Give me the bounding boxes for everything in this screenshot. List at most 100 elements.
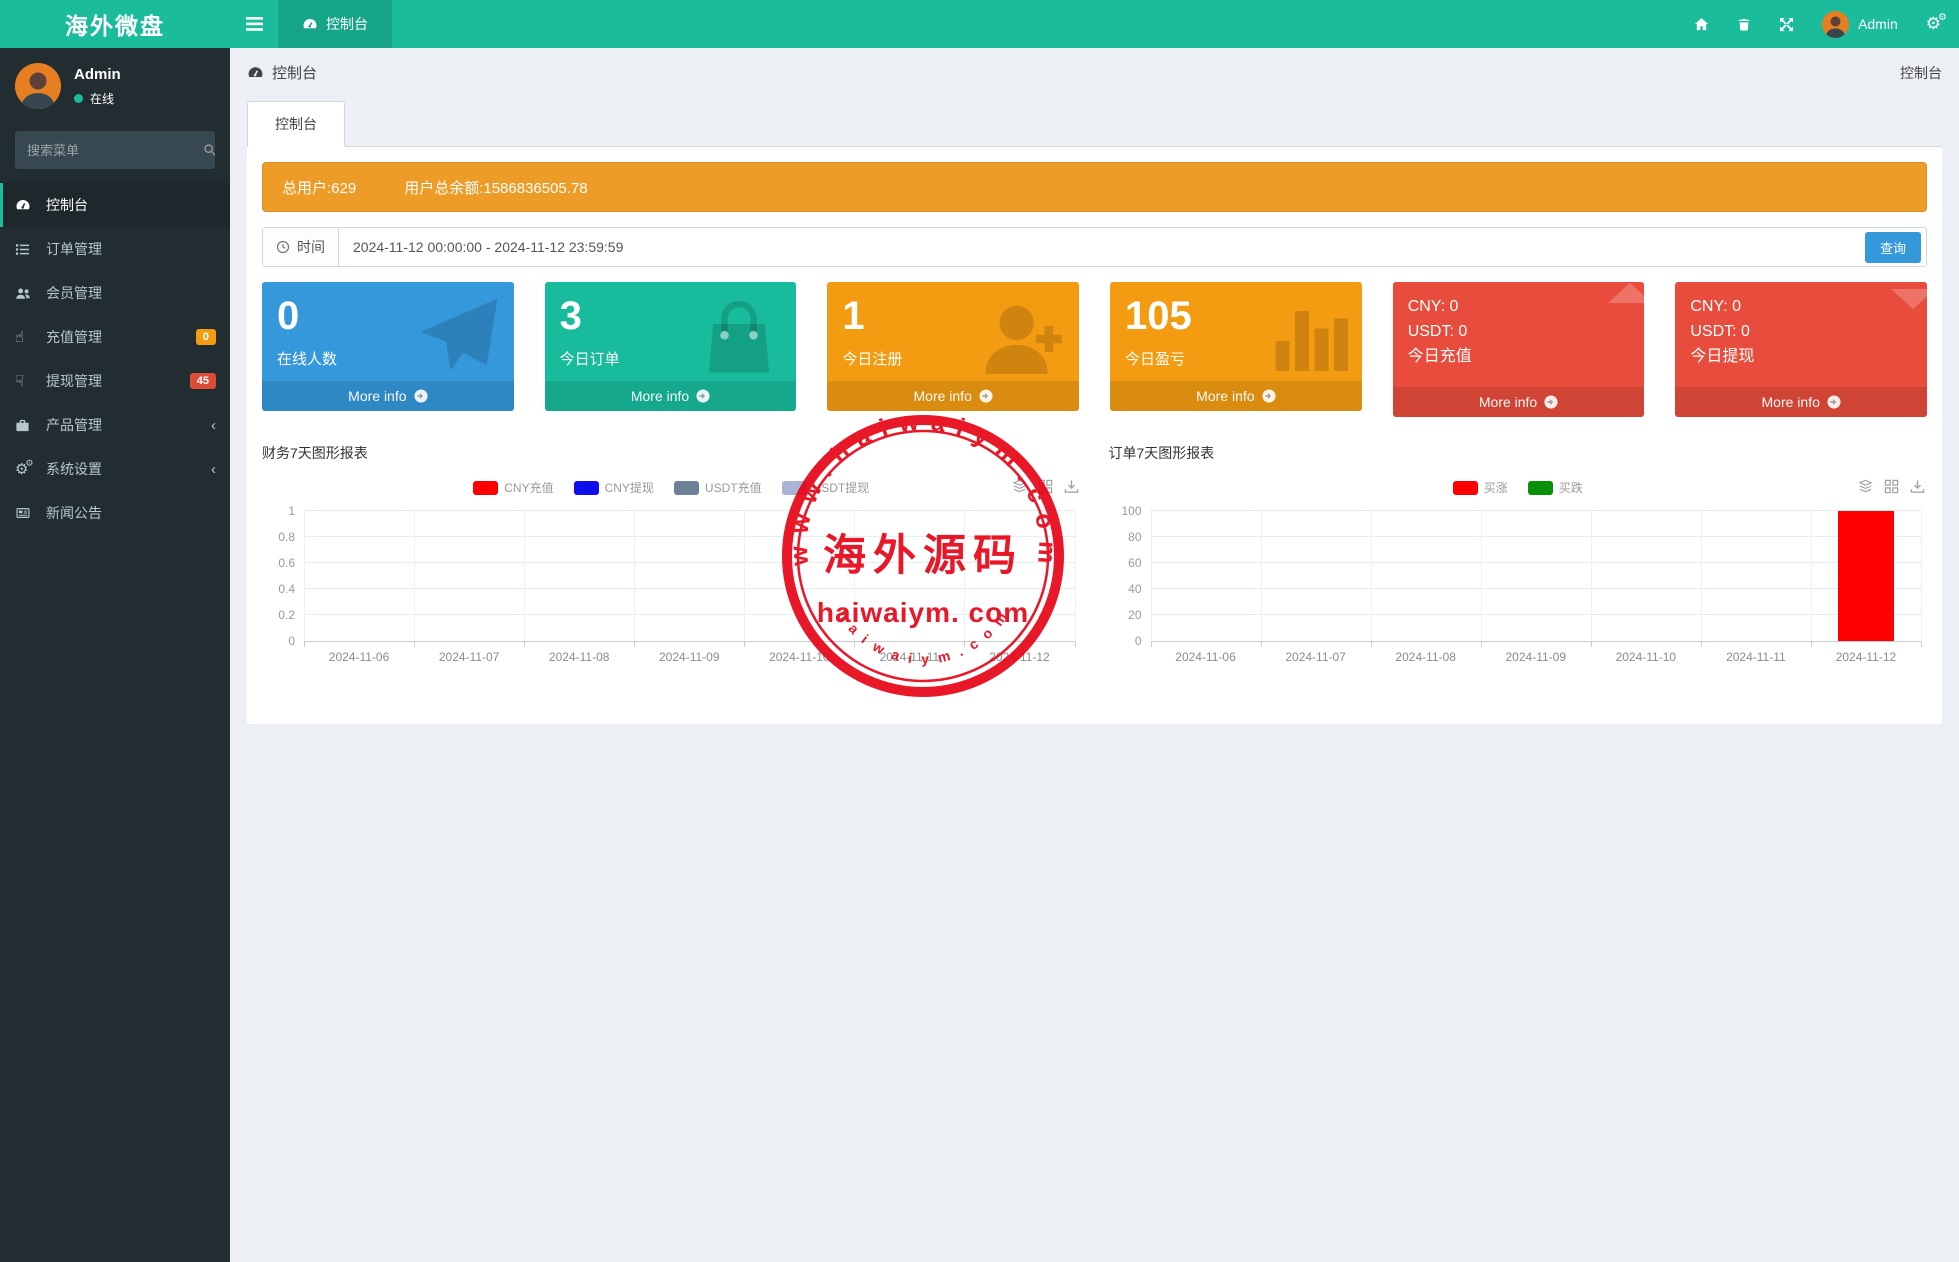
- query-button[interactable]: 查询: [1865, 232, 1921, 263]
- sidebar-badge: 0: [196, 329, 216, 345]
- x-axis-tick-label: 2024-11-10: [1616, 650, 1677, 664]
- more-info-link[interactable]: More info: [1675, 387, 1927, 417]
- legend-label: CNY提现: [605, 479, 654, 496]
- home-icon[interactable]: [1694, 17, 1709, 32]
- download-icon[interactable]: [1064, 479, 1079, 494]
- legend-swatch: [473, 481, 498, 495]
- navbar-tab-dashboard[interactable]: 控制台: [278, 0, 392, 48]
- chart-legend: 买涨 买跌: [1109, 479, 1928, 496]
- info-box-label: 今日盈亏: [1125, 348, 1347, 369]
- fullscreen-icon[interactable]: [1779, 17, 1794, 32]
- sidebar-user-status: 在线: [74, 90, 121, 107]
- more-info-link[interactable]: More info: [827, 381, 1079, 411]
- info-box-cny: CNY: 0: [1690, 295, 1912, 320]
- legend-item[interactable]: CNY充值: [473, 479, 553, 496]
- more-info-link[interactable]: More info: [1393, 387, 1645, 417]
- breadcrumb-right: 控制台: [1900, 63, 1942, 83]
- x-axis-tick-label: 2024-11-08: [549, 650, 610, 664]
- more-info-link[interactable]: More info: [1110, 381, 1362, 411]
- legend-item[interactable]: CNY提现: [574, 479, 654, 496]
- sidebar-item-label: 控制台: [46, 195, 88, 215]
- download-icon[interactable]: [1910, 479, 1925, 494]
- tab-dashboard[interactable]: 控制台: [247, 101, 345, 147]
- sidebar-item-label: 新闻公告: [46, 503, 102, 523]
- x-axis-tick-label: 2024-11-10: [769, 650, 830, 664]
- arrow-circle-right-icon: [696, 389, 710, 403]
- legend-label: 买跌: [1559, 479, 1583, 496]
- search-button[interactable]: [203, 131, 215, 169]
- data-view-icon[interactable]: [1038, 479, 1053, 494]
- search-input[interactable]: [15, 131, 203, 169]
- x-axis-tick-label: 2024-11-11: [880, 650, 940, 664]
- chart-title: 订单7天图形报表: [1109, 443, 1928, 463]
- sidebar-menu: 控制台订单管理会员管理☝充值管理0☟提现管理45产品管理‹⚙⚙系统设置‹新闻公告: [0, 183, 230, 535]
- finance-7day-chart: 财务7天图形报表 CNY充值CNY提现USDT充值USDT提现: [262, 443, 1081, 677]
- sidebar-item-products[interactable]: 产品管理 ‹: [0, 403, 230, 447]
- chart-plot: 0204060801002024-11-062024-11-072024-11-…: [1151, 511, 1922, 641]
- y-axis-tick-label: 80: [1128, 530, 1141, 544]
- x-axis-tick-label: 2024-11-08: [1395, 650, 1456, 664]
- y-axis-tick-label: 0.2: [278, 608, 295, 622]
- more-info-link[interactable]: More info: [262, 381, 514, 411]
- info-box-label: 今日提现: [1690, 345, 1912, 370]
- sidebar-item-recharge[interactable]: ☝充值管理0: [0, 315, 230, 359]
- y-axis-tick-label: 0.6: [278, 556, 295, 570]
- users-icon: [15, 286, 41, 301]
- legend-item[interactable]: USDT充值: [674, 479, 762, 496]
- arrow-circle-right-icon: [1262, 389, 1276, 403]
- list-icon: [15, 242, 41, 257]
- data-view-icon[interactable]: [1884, 479, 1899, 494]
- more-info-link[interactable]: More info: [545, 381, 797, 411]
- legend-item[interactable]: 买跌: [1528, 479, 1583, 496]
- legend-label: USDT提现: [813, 479, 870, 496]
- chevron-left-icon: ‹: [211, 418, 216, 433]
- x-axis-tick-label: 2024-11-09: [1506, 650, 1567, 664]
- sidebar-item-label: 产品管理: [46, 415, 102, 435]
- chart-legend: CNY充值 CNY提现 USDT充值 USDT提现: [262, 479, 1081, 496]
- sidebar-item-label: 提现管理: [46, 371, 102, 391]
- arrow-circle-right-icon: [1544, 395, 1558, 409]
- navbar-user-menu[interactable]: Admin: [1822, 11, 1898, 38]
- sidebar-item-settings[interactable]: ⚙⚙系统设置‹: [0, 447, 230, 491]
- gauge-icon: [302, 16, 318, 32]
- y-axis-tick-label: 1: [288, 504, 295, 518]
- charts-row: 财务7天图形报表 CNY充值CNY提现USDT充值USDT提现: [262, 443, 1927, 677]
- arrow-circle-right-icon: [1827, 395, 1841, 409]
- sidebar-item-withdraw[interactable]: ☟提现管理45: [0, 359, 230, 403]
- info-box-label: 今日充值: [1408, 345, 1630, 370]
- x-axis-tick-label: 2024-11-06: [329, 650, 390, 664]
- legend-item[interactable]: USDT提现: [782, 479, 870, 496]
- hand-down-icon: ☟: [15, 374, 41, 389]
- time-filter-bar: 时间 查询: [262, 227, 1927, 267]
- sidebar-item-label: 会员管理: [46, 283, 102, 303]
- cogs-icon: ⚙⚙: [15, 462, 41, 477]
- x-axis-tick-label: 2024-11-12: [989, 650, 1050, 664]
- info-box-cny: CNY: 0: [1408, 295, 1630, 320]
- sidebar-toggle-button[interactable]: [230, 0, 278, 48]
- gauge-icon: [15, 197, 41, 213]
- sidebar-item-orders[interactable]: 订单管理: [0, 227, 230, 271]
- legend-label: CNY充值: [504, 479, 553, 496]
- info-box-label: 在线人数: [277, 348, 499, 369]
- y-axis-tick-label: 0: [1135, 634, 1142, 648]
- navbar-right: Admin ⚙⚙: [1694, 0, 1959, 48]
- gauge-icon: [247, 64, 264, 81]
- navbar-username: Admin: [1858, 16, 1898, 32]
- date-range-input[interactable]: [339, 228, 1855, 266]
- chart-toolbox: [1858, 479, 1925, 494]
- legend-swatch: [674, 481, 699, 495]
- info-box-today-recharge: CNY: 0 USDT: 0 今日充值 More info: [1393, 282, 1645, 417]
- y-axis-tick-label: 20: [1128, 608, 1141, 622]
- x-axis-tick-label: 2024-11-12: [1836, 650, 1897, 664]
- sidebar-item-news[interactable]: 新闻公告: [0, 491, 230, 535]
- y-axis-tick-label: 60: [1128, 556, 1141, 570]
- sidebar-item-label: 订单管理: [46, 239, 102, 259]
- sidebar-item-dashboard[interactable]: 控制台: [0, 183, 230, 227]
- gears-icon[interactable]: ⚙⚙: [1926, 16, 1941, 33]
- legend-item[interactable]: 买涨: [1453, 479, 1508, 496]
- stats-banner: 总用户:629 用户总余额:1586836505.78: [262, 162, 1927, 212]
- trash-icon[interactable]: [1737, 17, 1751, 32]
- sidebar-item-members[interactable]: 会员管理: [0, 271, 230, 315]
- stack-toggle-icon[interactable]: [1858, 479, 1873, 494]
- stack-toggle-icon[interactable]: [1012, 479, 1027, 494]
